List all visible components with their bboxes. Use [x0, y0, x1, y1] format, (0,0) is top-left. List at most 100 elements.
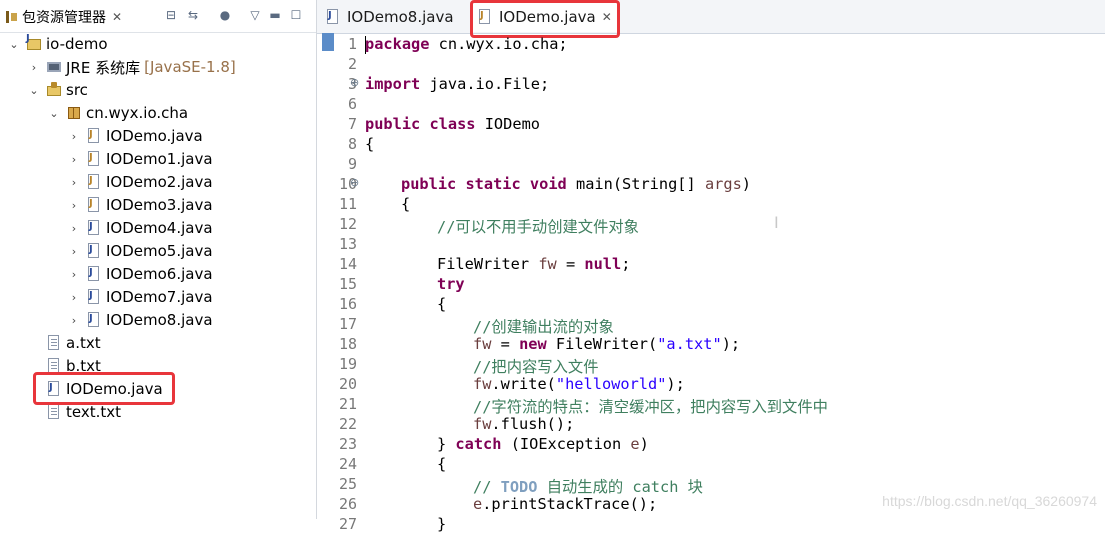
line-number: 25 [338, 475, 357, 493]
tree-item-file[interactable]: › IODemo1.java [68, 148, 213, 170]
java-file-icon [86, 243, 102, 259]
chevron-down-icon[interactable]: ⌄ [28, 84, 40, 97]
code-line: fw.write("helloworld"); [473, 375, 685, 393]
tree-item-label: IODemo.java [106, 127, 203, 145]
chevron-right-icon[interactable]: › [68, 268, 80, 281]
source-folder-icon [46, 82, 62, 98]
line-number: 12 [338, 215, 357, 233]
code-line: e.printStackTrace(); [473, 495, 658, 513]
tree-item-label: IODemo8.java [106, 311, 213, 329]
package-icon [66, 105, 82, 121]
line-number: 6 [347, 95, 357, 113]
explorer-view-tab[interactable]: 包资源管理器 ✕ [4, 4, 122, 30]
java-file-icon [325, 9, 341, 25]
tab-label: IODemo8.java [347, 8, 454, 26]
java-file-icon [86, 128, 102, 144]
code-line: } [437, 515, 447, 533]
java-file-icon [86, 220, 102, 236]
code-line: { [401, 195, 411, 213]
chevron-right-icon[interactable]: › [68, 291, 80, 304]
java-file-icon [86, 289, 102, 305]
code-line: import java.io.File; [365, 75, 550, 93]
line-number: 18 [338, 335, 357, 353]
tree-item-label: IODemo5.java [106, 242, 213, 260]
line-number: 26 [338, 495, 357, 513]
fold-collapse-icon[interactable]: ⊖ [350, 176, 359, 189]
tree-item-label: IODemo7.java [106, 288, 213, 306]
maximize-icon[interactable]: ☐ [288, 7, 304, 23]
link-editor-icon[interactable]: ⇆ [185, 7, 201, 23]
tree-item-file[interactable]: › IODemo4.java [68, 217, 213, 239]
library-icon [46, 59, 62, 75]
collapse-all-icon[interactable]: ⊟ [163, 7, 179, 23]
chevron-right-icon[interactable]: › [68, 314, 80, 327]
line-number: 24 [338, 455, 357, 473]
tree-item-jre[interactable]: › JRE 系统库 [JavaSE-1.8] [28, 56, 236, 78]
code-line: { [365, 135, 375, 153]
line-number: 27 [338, 515, 357, 533]
jre-version: [JavaSE-1.8] [144, 58, 236, 76]
tree-item-src[interactable]: ⌄ src [28, 79, 88, 101]
chevron-right-icon[interactable]: › [68, 199, 80, 212]
text-cursor-icon: I [774, 213, 779, 232]
tree-item-file[interactable]: › IODemo7.java [68, 286, 213, 308]
line-number: 2 [347, 55, 357, 73]
line-number: 22 [338, 415, 357, 433]
explorer-title: 包资源管理器 [22, 10, 106, 26]
line-number: 7 [347, 115, 357, 133]
code-line: //可以不用手动创建文件对象 [437, 218, 639, 236]
tree-item-file[interactable]: › IODemo2.java [68, 171, 213, 193]
minimize-icon[interactable]: ▬ [267, 7, 283, 23]
tree-item-file[interactable]: › IODemo8.java [68, 309, 213, 331]
fold-expand-icon[interactable]: ⊕ [350, 76, 359, 89]
code-editor[interactable]: IODemo8.java IODemo.java ✕ 1 2 3 6 7 8 9… [317, 0, 1105, 533]
line-number: 17 [338, 315, 357, 333]
explorer-header: 包资源管理器 ✕ ⊟ ⇆ ● ▽ ▬ ☐ [0, 0, 316, 33]
line-number: 16 [338, 295, 357, 313]
line-number-gutter: 1 2 3 6 7 8 9 10 11 12 13 14 15 16 17 18… [317, 33, 357, 533]
line-number: 20 [338, 375, 357, 393]
text-file-icon [46, 335, 62, 351]
chevron-right-icon[interactable]: › [68, 130, 80, 143]
chevron-right-icon[interactable]: › [68, 222, 80, 235]
line-number: 8 [347, 135, 357, 153]
tree-item-label: cn.wyx.io.cha [86, 104, 189, 122]
tree-item-file[interactable]: › IODemo6.java [68, 263, 213, 285]
chevron-down-icon[interactable]: ⌄ [48, 107, 60, 120]
java-file-icon [86, 266, 102, 282]
package-explorer: 包资源管理器 ✕ ⊟ ⇆ ● ▽ ▬ ☐ ⌄ io-demo › JRE 系统库… [0, 0, 317, 519]
watermark: https://blog.csdn.net/qq_36260974 [882, 493, 1097, 509]
code-line: try [437, 275, 465, 293]
chevron-right-icon[interactable]: › [68, 176, 80, 189]
line-number: 23 [338, 435, 357, 453]
tree-item-package[interactable]: ⌄ cn.wyx.io.cha [48, 102, 188, 124]
chevron-right-icon[interactable]: › [28, 61, 40, 74]
chevron-down-icon[interactable]: ⌄ [8, 38, 20, 51]
line-number: 13 [338, 235, 357, 253]
chevron-right-icon[interactable]: › [68, 153, 80, 166]
java-file-icon [86, 174, 102, 190]
chevron-right-icon[interactable]: › [68, 245, 80, 258]
line-number: 9 [347, 155, 357, 173]
code-line: { [437, 455, 447, 473]
tree-item-label: io-demo [46, 35, 108, 53]
tree-item-label: IODemo3.java [106, 196, 213, 214]
view-menu-icon[interactable]: ▽ [247, 7, 263, 23]
code-line: { [437, 295, 447, 313]
focus-task-icon[interactable]: ● [217, 7, 233, 23]
tree-item-label: a.txt [66, 334, 101, 352]
tree-item-label: IODemo6.java [106, 265, 213, 283]
tree-item-project[interactable]: ⌄ io-demo [8, 33, 108, 55]
highlight-box [33, 372, 175, 405]
tree-item-label: text.txt [66, 403, 122, 421]
tree-item-file[interactable]: a.txt [46, 332, 101, 354]
close-icon[interactable]: ✕ [112, 10, 122, 24]
tree-item-file[interactable]: › IODemo.java [68, 125, 203, 147]
tree-item-file[interactable]: › IODemo3.java [68, 194, 213, 216]
tree-item-file[interactable]: › IODemo5.java [68, 240, 213, 262]
tree-item-label: src [66, 81, 88, 99]
tab-iodemo8[interactable]: IODemo8.java [325, 2, 465, 32]
code-line: FileWriter fw = null; [437, 255, 631, 273]
code-line: package cn.wyx.io.cha; [365, 35, 568, 53]
tree-item-label: IODemo2.java [106, 173, 213, 191]
